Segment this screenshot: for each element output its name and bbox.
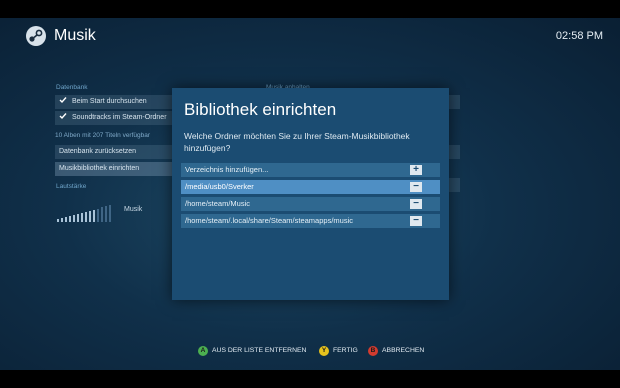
controller-hints: A AUS DER LISTE ENTFERNEN Y FERTIG B ABBREC…: [0, 341, 620, 361]
page-title: Musik: [54, 27, 96, 44]
option-label: Soundtracks im Steam-Ordner: [72, 114, 167, 121]
top-bar: Musik 02:58 PM: [0, 18, 620, 58]
volume-bar: [109, 205, 111, 222]
volume-bar: [77, 213, 79, 222]
option-scan-on-start[interactable]: Beim Start durchsuchen: [55, 95, 175, 109]
hint-label: AUS DER LISTE ENTFERNEN: [212, 347, 307, 354]
remove-icon[interactable]: −: [410, 216, 422, 226]
b-button-icon: B: [368, 346, 378, 356]
volume-caption: Musik: [124, 206, 143, 213]
volume-bar: [105, 206, 107, 222]
hint-label: ABBRECHEN: [382, 347, 425, 354]
a-button-icon: A: [198, 346, 208, 356]
option-soundtracks[interactable]: Soundtracks im Steam-Ordner: [55, 111, 175, 125]
option-label: Beim Start durchsuchen: [72, 98, 147, 105]
steam-logo-icon: [25, 25, 47, 47]
hint-remove[interactable]: A AUS DER LISTE ENTFERNEN: [198, 345, 306, 356]
volume-bar: [85, 211, 87, 222]
add-directory-label: Verzeichnis hinzufügen...: [185, 165, 269, 174]
checkbox-checked-icon: [59, 112, 67, 120]
steam-big-picture-screen: Musik 02:58 PM Datenbank Musik anhalten …: [0, 18, 620, 370]
hint-cancel[interactable]: B ABBRECHEN: [368, 345, 424, 356]
remove-icon[interactable]: −: [410, 182, 422, 192]
found-albums-text: 10 Alben mit 207 Titeln verfügbar: [55, 132, 151, 139]
volume-bar: [57, 219, 59, 222]
folder-path: /home/steam/Music: [185, 199, 251, 208]
database-section-label: Datenbank: [56, 84, 88, 91]
reset-database-button[interactable]: Datenbank zurücksetzen: [55, 145, 175, 159]
y-button-icon: Y: [319, 346, 329, 356]
volume-slider[interactable]: [57, 204, 117, 222]
clock: 02:58 PM: [555, 30, 603, 42]
volume-bar: [61, 217, 63, 222]
volume-bar: [93, 209, 95, 222]
hint-done[interactable]: Y FERTIG: [319, 345, 358, 356]
setup-music-library-button[interactable]: Musikbibliothek einrichten: [55, 162, 175, 176]
folder-row[interactable]: /media/usb0/Sverker −: [181, 180, 440, 194]
folder-path: /home/steam/.local/share/Steam/steamapps…: [185, 216, 353, 225]
library-setup-dialog: Bibliothek einrichten Welche Ordner möch…: [172, 88, 449, 300]
dialog-title: Bibliothek einrichten: [184, 100, 337, 119]
add-icon[interactable]: +: [410, 165, 422, 175]
volume-bar: [73, 214, 75, 222]
volume-bar: [81, 212, 83, 222]
checkbox-checked-icon: [59, 96, 67, 104]
folder-row[interactable]: /home/steam/.local/share/Steam/steamapps…: [181, 214, 440, 228]
hint-label: FERTIG: [333, 347, 358, 354]
volume-bar: [69, 215, 71, 222]
folder-path: /media/usb0/Sverker: [185, 182, 254, 191]
volume-bar: [97, 208, 99, 222]
volume-bar: [89, 210, 91, 222]
dialog-description: Welche Ordner möchten Sie zu Ihrer Steam…: [184, 131, 410, 153]
add-directory-row[interactable]: Verzeichnis hinzufügen... +: [181, 163, 440, 177]
volume-bar: [101, 207, 103, 222]
volume-label: Lautstärke: [56, 183, 87, 190]
volume-bar: [65, 216, 67, 222]
folder-row[interactable]: /home/steam/Music −: [181, 197, 440, 211]
remove-icon[interactable]: −: [410, 199, 422, 209]
